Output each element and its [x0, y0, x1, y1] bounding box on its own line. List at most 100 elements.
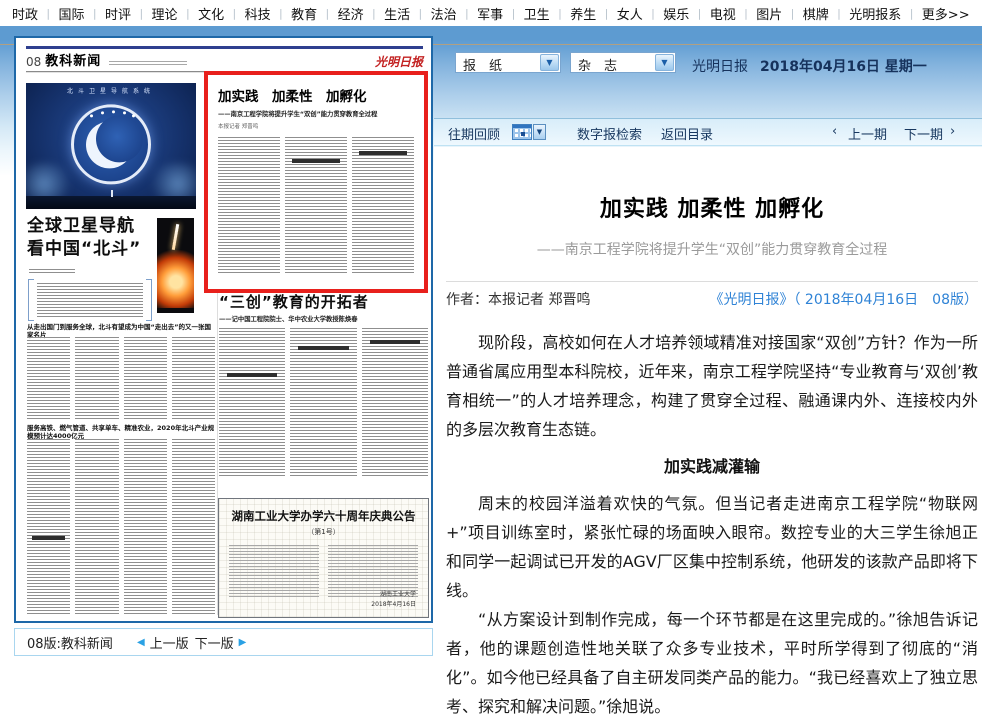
digital-search-link[interactable]: 数字报检索 [577, 124, 642, 143]
magazine-select-arrow-button[interactable]: ▼ [655, 54, 674, 71]
chevron-right-icon[interactable]: › [950, 124, 955, 139]
nav-item[interactable]: 国际 [59, 4, 85, 23]
beidou-headline-line1: 全球卫星导航 [27, 216, 135, 236]
chevron-down-icon: ▼ [537, 129, 542, 136]
nav-item[interactable]: 娱乐 [663, 4, 689, 23]
nav-separator: | [46, 7, 50, 20]
nav-separator: | [698, 7, 702, 20]
article-meta-row: 作者：本报记者 郑晋鸣 《光明日报》（ 2018年04月16日 08版） [446, 289, 978, 309]
magazine-select[interactable]: 杂 志 ▼ [570, 52, 676, 73]
text-column [285, 137, 347, 275]
issue-date: 2018年04月16日 星期一 [760, 56, 927, 76]
text-column [27, 337, 70, 419]
nav-separator: | [744, 7, 748, 20]
beidou-text-columns [27, 337, 215, 419]
past-issues-link[interactable]: 往期回顾 [448, 124, 500, 143]
paper-select-value: 报 纸 [463, 55, 502, 74]
calendar-icon[interactable] [512, 124, 532, 140]
emblem-dots [90, 114, 93, 117]
nav-item[interactable]: 文化 [198, 4, 224, 23]
sanchuang-text-columns [219, 328, 428, 478]
nav-item[interactable]: 光明报系 [849, 4, 901, 23]
highlight-article-title: 加实践 加柔性 加孵化 [218, 85, 414, 105]
nav-separator: | [512, 7, 516, 20]
text-column [362, 328, 428, 478]
current-page-label: 08版:教科新闻 [27, 633, 113, 652]
beidou-stage-photo: 北斗卫星导航系统 [26, 83, 196, 209]
nav-separator: | [419, 7, 423, 20]
nav-item[interactable]: 理论 [152, 4, 178, 23]
article-title: 加实践 加柔性 加孵化 [446, 191, 978, 223]
nav-item[interactable]: 教育 [291, 4, 317, 23]
nav-item[interactable]: 图片 [756, 4, 782, 23]
nav-separator: | [791, 7, 795, 20]
text-column [27, 439, 70, 615]
magazine-select-value: 杂 志 [578, 55, 617, 74]
text-column [290, 328, 356, 478]
micro-subhead [298, 346, 348, 350]
emblem-crescent [86, 121, 133, 168]
nav-item[interactable]: 养生 [570, 4, 596, 23]
issue-toolbar: 往期回顾 ▼ 数字报检索 返回目录 ‹ 上一期 下一期 › [434, 118, 982, 146]
masthead-name: 光明日报 [692, 56, 748, 76]
prev-issue-link[interactable]: 上一期 [848, 124, 887, 143]
nav-separator: | [837, 7, 841, 20]
beidou-text-columns [27, 439, 215, 615]
anniversary-notice-box: 湖南工业大学办学六十周年庆典公告 （第1号） 湖南工业大学 2018年4月16日 [218, 498, 429, 618]
nav-item[interactable]: 卫生 [524, 4, 550, 23]
nav-item[interactable]: 女人 [617, 4, 643, 23]
nav-item[interactable]: 法治 [431, 4, 457, 23]
prev-page-link[interactable]: 上一版 [150, 633, 189, 652]
page-pager-bar: 08版:教科新闻 ◀ 上一版 下一版 ▶ [14, 628, 433, 656]
speaker-figure [111, 190, 113, 197]
article-source: 《光明日报》（ 2018年04月16日 08版） [709, 289, 978, 309]
micro-subhead [359, 151, 406, 155]
text-column [124, 337, 167, 419]
highlighted-article-region[interactable]: 加实践 加柔性 加孵化 ——南京工程学院将提升学生“双创”能力贯穿教育全过程 本… [204, 71, 428, 293]
page-meta-microtext [109, 61, 187, 66]
notice-sign-date: 2018年4月16日 [371, 601, 416, 608]
notice-signature: 湖南工业大学 2018年4月16日 [371, 590, 416, 610]
text-column [219, 328, 285, 478]
beidou-author-microtext [29, 269, 75, 273]
nav-item[interactable]: 时评 [105, 4, 131, 23]
text-column [75, 439, 118, 615]
nav-item[interactable]: 棋牌 [803, 4, 829, 23]
nav-item[interactable]: 军事 [477, 4, 503, 23]
newspaper-page-thumbnail[interactable]: 08 教科新闻 光明日报 北斗卫星导航系统 全球卫星导航 看中国“北斗” 从走出… [14, 36, 433, 623]
chevron-down-icon: ▼ [661, 59, 667, 67]
calendar-dropdown-button[interactable]: ▼ [533, 124, 546, 140]
highlight-article-subtitle: ——南京工程学院将提升学生“双创”能力贯穿教育全过程 [218, 109, 414, 118]
nav-separator: | [558, 7, 562, 20]
micro-subhead [32, 536, 65, 540]
notice-issue-number: （第1号） [219, 527, 428, 537]
paper-select[interactable]: 报 纸 ▼ [455, 52, 561, 73]
next-issue-link[interactable]: 下一期 [904, 124, 943, 143]
paper-select-arrow-button[interactable]: ▼ [540, 54, 559, 71]
page-number: 08 [26, 56, 41, 68]
nav-item[interactable]: 经济 [338, 4, 364, 23]
nav-separator: | [605, 7, 609, 20]
nav-separator: | [465, 7, 469, 20]
text-column [172, 337, 215, 419]
beidou-headline-line2: 看中国“北斗” [27, 239, 141, 259]
nav-item[interactable]: 时政 [12, 4, 38, 23]
nav-separator: | [326, 7, 330, 20]
beidou-intro-box [28, 279, 152, 321]
nav-item[interactable]: 科技 [245, 4, 271, 23]
page-header: 08 教科新闻 光明日报 [26, 52, 423, 68]
chevron-left-icon[interactable]: ‹ [832, 124, 837, 139]
nav-item[interactable]: 电视 [710, 4, 736, 23]
micro-subhead [370, 340, 420, 344]
arrow-right-icon[interactable]: ▶ [239, 637, 247, 648]
arrow-left-icon[interactable]: ◀ [137, 637, 145, 648]
nav-separator: | [910, 7, 914, 20]
beidou-headline: 全球卫星导航 看中国“北斗” [27, 215, 159, 261]
back-to-contents-link[interactable]: 返回目录 [661, 124, 713, 143]
nav-separator: | [372, 7, 376, 20]
nav-item[interactable]: 更多>> [922, 4, 970, 23]
nav-item[interactable]: 生活 [384, 4, 410, 23]
next-page-link[interactable]: 下一版 [195, 633, 234, 652]
article-paragraph: “从方案设计到制作完成，每一个环节都是在这里完成的。”徐旭告诉记者，他的课题创造… [446, 605, 978, 721]
article-section-heading: 加实践减灌输 [446, 452, 978, 481]
